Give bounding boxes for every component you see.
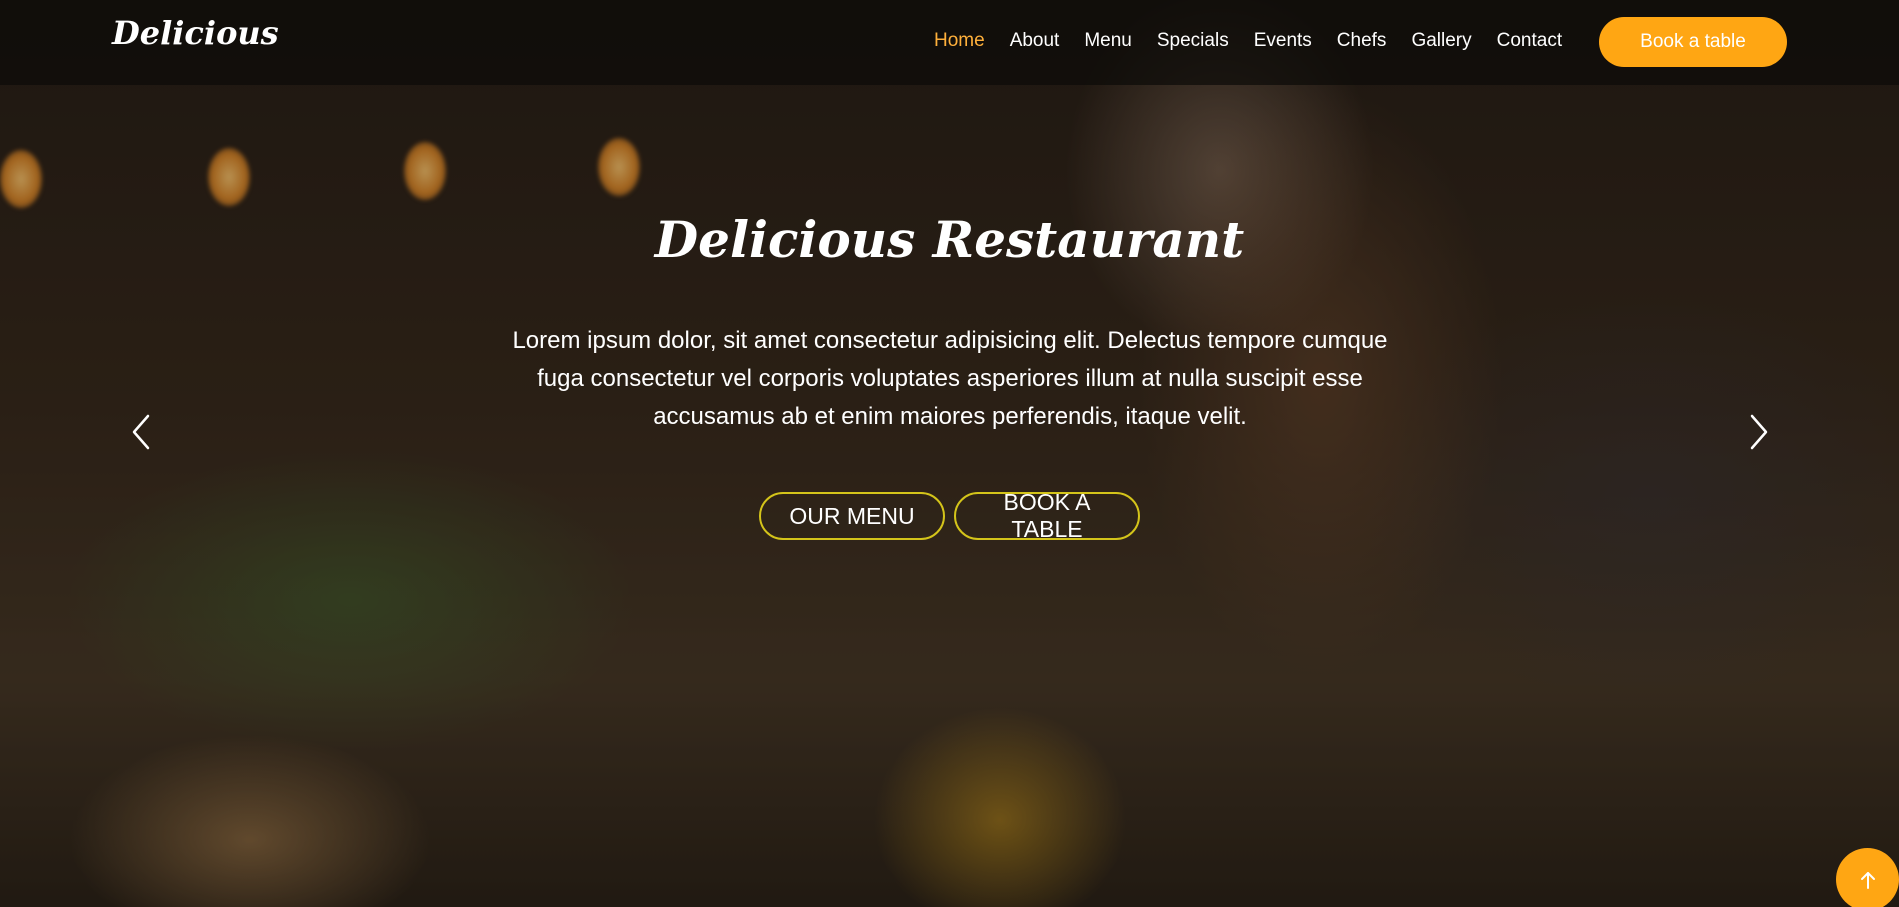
- nav-link-specials[interactable]: Specials: [1157, 30, 1229, 52]
- nav-link-events[interactable]: Events: [1254, 30, 1312, 52]
- book-table-button[interactable]: Book a table: [1599, 17, 1787, 67]
- nav-link-menu[interactable]: Menu: [1084, 30, 1132, 52]
- nav-link-home[interactable]: Home: [934, 30, 985, 52]
- nav-link-chefs[interactable]: Chefs: [1337, 30, 1387, 52]
- logo[interactable]: Delicious: [112, 14, 279, 52]
- our-menu-button[interactable]: OUR MENU: [759, 492, 945, 540]
- book-a-table-cta-button[interactable]: BOOK A TABLE: [954, 489, 1140, 542]
- arrow-up-icon: [1860, 871, 1875, 889]
- hero-overlay: [0, 0, 1899, 907]
- nav-link-contact[interactable]: Contact: [1497, 30, 1562, 52]
- hero-cta-group: OUR MENU BOOK A TABLE: [759, 489, 1140, 542]
- carousel-next-button[interactable]: [1738, 412, 1778, 452]
- carousel-prev-button[interactable]: [122, 412, 162, 452]
- hero-title: Delicious Restaurant: [654, 210, 1245, 269]
- back-to-top-button[interactable]: [1836, 848, 1899, 907]
- hero-description: Lorem ipsum dolor, sit amet consectetur …: [512, 327, 1388, 430]
- nav-menu: Home About Menu Specials Events Chefs Ga…: [934, 30, 1562, 52]
- chevron-left-icon: [132, 414, 150, 450]
- nav-link-about[interactable]: About: [1010, 30, 1060, 52]
- navbar: Delicious Home About Menu Specials Event…: [0, 0, 1899, 85]
- hero-section: Delicious Home About Menu Specials Event…: [0, 0, 1899, 907]
- nav-link-gallery[interactable]: Gallery: [1411, 30, 1471, 52]
- chevron-right-icon: [1750, 414, 1768, 450]
